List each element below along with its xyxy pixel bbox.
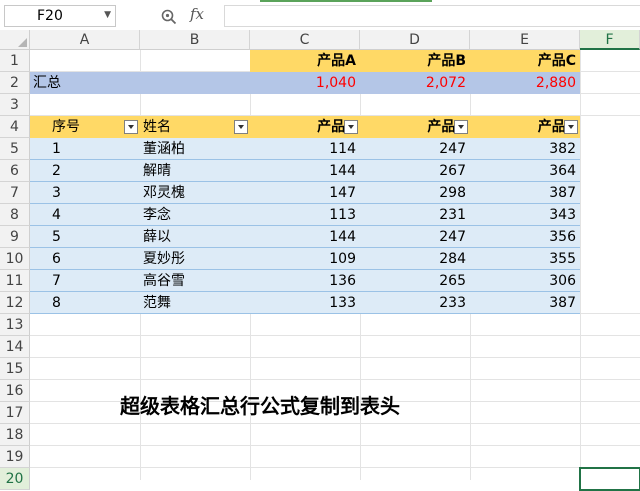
column-header-d[interactable]: D — [360, 30, 470, 50]
gridline — [30, 467, 640, 468]
table-cell-product-a[interactable]: 147 — [250, 182, 360, 204]
summary-empty-cell[interactable] — [140, 72, 250, 94]
table-cell-product-b[interactable]: 265 — [360, 270, 470, 292]
column-header-a[interactable]: A — [30, 30, 140, 50]
summary-header-product-b[interactable]: 产品B — [360, 50, 470, 72]
table-cell-product-c[interactable]: 387 — [470, 292, 580, 314]
table-cell-product-a[interactable]: 114 — [250, 138, 360, 160]
table-cell-index[interactable]: 1 — [30, 138, 140, 160]
table-cell-product-b[interactable]: 284 — [360, 248, 470, 270]
table-cell-product-b[interactable]: 298 — [360, 182, 470, 204]
row-header-1[interactable]: 1 — [0, 50, 30, 72]
filter-dropdown-icon[interactable] — [564, 120, 578, 134]
gridline — [30, 379, 640, 380]
summary-total-product-b[interactable]: 2,072 — [360, 72, 470, 94]
name-box[interactable]: F20 ▼ — [4, 5, 116, 27]
column-header-e[interactable]: E — [470, 30, 580, 50]
row-header-2[interactable]: 2 — [0, 72, 30, 94]
table-cell-index[interactable]: 4 — [30, 204, 140, 226]
summary-label[interactable]: 汇总 — [30, 72, 140, 94]
table-cell-product-b[interactable]: 247 — [360, 138, 470, 160]
filter-dropdown-icon[interactable] — [234, 120, 248, 134]
row-header-7[interactable]: 7 — [0, 182, 30, 204]
table-cell-product-b[interactable]: 267 — [360, 160, 470, 182]
table-cell-product-a[interactable]: 133 — [250, 292, 360, 314]
table-cell-product-c[interactable]: 355 — [470, 248, 580, 270]
filter-dropdown-icon[interactable] — [344, 120, 358, 134]
row-header-17[interactable]: 17 — [0, 402, 30, 424]
row-header-11[interactable]: 11 — [0, 270, 30, 292]
table-cell-index[interactable]: 8 — [30, 292, 140, 314]
function-icon[interactable]: fx — [190, 5, 204, 23]
summary-total-product-c[interactable]: 2,880 — [470, 72, 580, 94]
row-header-4[interactable]: 4 — [0, 116, 30, 138]
filter-dropdown-icon[interactable] — [454, 120, 468, 134]
caption-text: 超级表格汇总行公式复制到表头 — [120, 394, 400, 418]
table-cell-name[interactable]: 夏妙彤 — [140, 248, 250, 270]
row-header-19[interactable]: 19 — [0, 446, 30, 468]
name-box-value: F20 — [37, 8, 63, 24]
row-header-18[interactable]: 18 — [0, 424, 30, 446]
table-cell-product-c[interactable]: 387 — [470, 182, 580, 204]
summary-total-product-a[interactable]: 1,040 — [250, 72, 360, 94]
table-cell-index[interactable]: 3 — [30, 182, 140, 204]
ribbon-accent-line — [260, 0, 432, 2]
gridline — [30, 335, 640, 336]
table-cell-product-b[interactable]: 247 — [360, 226, 470, 248]
row-header-3[interactable]: 3 — [0, 94, 30, 116]
table-cell-name[interactable]: 范舞 — [140, 292, 250, 314]
column-header-f[interactable]: F — [580, 30, 640, 50]
formula-input[interactable] — [224, 5, 640, 27]
table-cell-index[interactable]: 2 — [30, 160, 140, 182]
table-cell-product-c[interactable]: 364 — [470, 160, 580, 182]
gridline — [30, 445, 640, 446]
table-cell-product-c[interactable]: 306 — [470, 270, 580, 292]
summary-header-product-a[interactable]: 产品A — [250, 50, 360, 72]
filter-dropdown-icon[interactable] — [124, 120, 138, 134]
table-cell-product-a[interactable]: 113 — [250, 204, 360, 226]
select-all-button[interactable] — [0, 30, 30, 50]
table-cell-product-a[interactable]: 136 — [250, 270, 360, 292]
spreadsheet-grid[interactable]: A B C D E F 1 2 3 4 5 6 7 8 9 10 11 12 1… — [0, 30, 640, 491]
table-cell-product-c[interactable]: 382 — [470, 138, 580, 160]
row-header-13[interactable]: 13 — [0, 314, 30, 336]
table-cell-product-b[interactable]: 233 — [360, 292, 470, 314]
row-header-16[interactable]: 16 — [0, 380, 30, 402]
active-cell-selection[interactable] — [579, 467, 640, 491]
formula-bar: F20 ▼ fx — [0, 0, 640, 31]
row-header-8[interactable]: 8 — [0, 204, 30, 226]
row-header-14[interactable]: 14 — [0, 336, 30, 358]
column-header-b[interactable]: B — [140, 30, 250, 50]
table-cell-name[interactable]: 高谷雪 — [140, 270, 250, 292]
row-header-10[interactable]: 10 — [0, 248, 30, 270]
table-cell-name[interactable]: 解晴 — [140, 160, 250, 182]
row-header-20[interactable]: 20 — [0, 468, 30, 490]
table-cell-product-c[interactable]: 343 — [470, 204, 580, 226]
table-cell-product-a[interactable]: 109 — [250, 248, 360, 270]
row-header-12[interactable]: 12 — [0, 292, 30, 314]
gridline — [30, 423, 640, 424]
table-cell-product-a[interactable]: 144 — [250, 226, 360, 248]
gridline — [30, 357, 640, 358]
table-cell-product-c[interactable]: 356 — [470, 226, 580, 248]
table-cell-index[interactable]: 6 — [30, 248, 140, 270]
summary-header-product-c[interactable]: 产品C — [470, 50, 580, 72]
table-cell-product-b[interactable]: 231 — [360, 204, 470, 226]
chevron-down-icon[interactable]: ▼ — [104, 10, 111, 20]
row-header-15[interactable]: 15 — [0, 358, 30, 380]
table-cell-name[interactable]: 薛以 — [140, 226, 250, 248]
select-all-triangle-icon — [18, 38, 27, 47]
table-cell-index[interactable]: 5 — [30, 226, 140, 248]
table-cell-name[interactable]: 李念 — [140, 204, 250, 226]
table-cell-name[interactable]: 邓灵槐 — [140, 182, 250, 204]
row-header-5[interactable]: 5 — [0, 138, 30, 160]
zoom-icon[interactable] — [160, 8, 178, 26]
table-cell-product-a[interactable]: 144 — [250, 160, 360, 182]
row-header-6[interactable]: 6 — [0, 160, 30, 182]
column-header-c[interactable]: C — [250, 30, 360, 50]
row-header-9[interactable]: 9 — [0, 226, 30, 248]
table-cell-name[interactable]: 董涵柏 — [140, 138, 250, 160]
table-cell-index[interactable]: 7 — [30, 270, 140, 292]
